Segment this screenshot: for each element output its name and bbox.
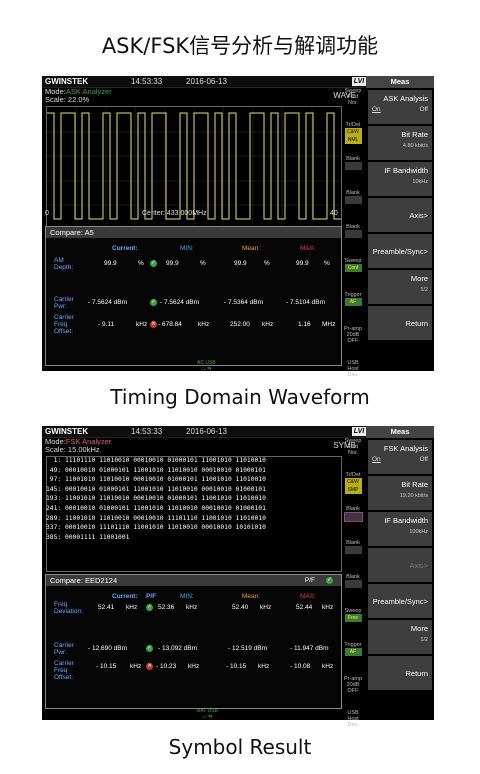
- symbol-row: 193: 11001010 11010010 00010010 01000101…: [46, 495, 266, 503]
- axis-start: 0: [45, 210, 49, 217]
- if-bandwidth-button[interactable]: IF Bandwidth 10kHz: [368, 162, 432, 196]
- trigger-status[interactable]: Trigger AF: [342, 292, 364, 315]
- preamp-status[interactable]: Pr-amp 20dB OFF: [342, 326, 364, 349]
- ask-square-wave-trace: [47, 112, 341, 220]
- return-button[interactable]: Return: [368, 306, 432, 340]
- battery-usb-indicator: BAT USB ▭ ⇆: [197, 708, 218, 720]
- blank-status-2[interactable]: Blank: [342, 540, 364, 563]
- compare-title: Compare: A5: [46, 227, 341, 238]
- pass-check-icon: ✓: [146, 645, 153, 652]
- page-title: ASK/FSK信号分析与解调功能: [101, 34, 379, 58]
- blank-status-1[interactable]: Blank: [342, 506, 364, 529]
- more-button[interactable]: More 1/2: [368, 620, 432, 654]
- softkey-menu: Meas FSK Analysis On Off Bit Rate 19.20 kbi…: [366, 426, 434, 720]
- usb-status[interactable]: USB Host Dev.: [342, 710, 364, 733]
- lvi-logo: LVI: [352, 77, 366, 86]
- menu-title: Meas: [366, 426, 434, 438]
- ask-square-wave: [47, 112, 341, 220]
- measurement-result-box: Compare: EED2124 P/F ✓ Current: P/F MIN:…: [45, 574, 342, 709]
- symbol-row: 241: 00010010 01000101 11001010 11010010…: [46, 504, 266, 512]
- clock-time: 14:53:33: [131, 77, 163, 86]
- symbol-row: 1: 11101110 11010010 00010010 01000101 1…: [46, 457, 266, 464]
- scale-readout: Scale: 15.00kHz: [45, 445, 100, 454]
- axis-center-frequency: Center: 433.000MHz: [142, 210, 207, 217]
- blank-status-3[interactable]: Blank: [342, 224, 364, 247]
- symbol-row: 49: 00010010 01000101 11001010 11010010 …: [46, 466, 266, 474]
- sweep-status[interactable]: Sweep Fast Nor.: [342, 88, 364, 111]
- pass-check-icon: ✓: [150, 260, 157, 267]
- measurement-result-box: Compare: A5 Current: MIN: Mean: MAX: AM D…: [45, 226, 342, 366]
- pf-label: P/F: [304, 577, 315, 584]
- pass-check-icon: ✓: [326, 577, 333, 584]
- fsk-analysis-button[interactable]: FSK Analysis On Off: [368, 440, 432, 474]
- preamble-sync-button[interactable]: Preamble/Sync>: [368, 584, 432, 618]
- brand-logo: GWINSTEK: [45, 427, 89, 436]
- usb-status[interactable]: USB Host Dev.: [342, 360, 364, 383]
- preamble-sync-button[interactable]: Preamble/Sync>: [368, 234, 432, 268]
- brand-logo: GWINSTEK: [45, 77, 89, 86]
- preamp-status[interactable]: Pr-amp 20dB OFF: [342, 676, 364, 699]
- symbol-row: 289: 11001010 11010010 00010010 11101110…: [46, 514, 266, 522]
- if-bandwidth-button[interactable]: IF Bandwidth 100kHz: [368, 512, 432, 546]
- lvi-logo: LVI: [352, 427, 366, 436]
- return-button[interactable]: Return: [368, 656, 432, 690]
- pass-check-icon: ✓: [150, 299, 157, 306]
- trace-detector-status[interactable]: Tr/Det C&W SMP: [342, 472, 364, 495]
- clock-time: 14:53:33: [131, 427, 163, 436]
- fsk-analyzer-screen: GWINSTEK 14:53:33 2016-06-13 LVI Mode:FS…: [42, 426, 434, 728]
- fsk-caption: Symbol Result: [168, 735, 312, 759]
- compare-title: Compare: EED2124: [46, 575, 341, 586]
- blank-status-1[interactable]: Blank: [342, 156, 364, 179]
- bit-rate-button[interactable]: Bit Rate 4.80 kbit/s: [368, 126, 432, 160]
- fail-x-icon: ✕: [146, 663, 153, 670]
- sweep-cont-status[interactable]: Sweep Cont: [342, 258, 364, 281]
- side-status-panel: Sweep Fast Nor. Tr/Det C&W NML Blank Blank B…: [342, 88, 364, 394]
- symbol-list: 1: 11101110 11010010 00010010 01000101 1…: [46, 456, 340, 574]
- symbol-row: 145: 00010010 01000101 11001010 11010010…: [46, 485, 266, 493]
- ask-analyzer-screen: GWINSTEK 14:53:33 2016-06-13 LVI Mode:AS…: [42, 76, 434, 378]
- menu-title: Meas: [366, 76, 434, 88]
- sweep-free-status[interactable]: Sweep Free: [342, 608, 364, 631]
- ask-caption: Timing Domain Waveform: [110, 385, 370, 409]
- sweep-status[interactable]: Sweep Fast Nor.: [342, 438, 364, 461]
- clock-date: 2016-06-13: [186, 427, 227, 436]
- blank-status-3[interactable]: Blank: [342, 574, 364, 597]
- scale-readout: Scale: 22.0%: [45, 95, 90, 104]
- fail-x-icon: ✕: [150, 321, 157, 328]
- mode-info: Mode:ASK Analyzer Scale: 22.0%: [45, 88, 112, 104]
- symbol-row: 385: 00001111 11001001: [46, 533, 130, 541]
- mode-info: Mode:FSK Analyzer Scale: 15.00kHz: [45, 438, 111, 454]
- ask-analysis-button[interactable]: ASK Analysis On Off: [368, 90, 432, 124]
- softkey-menu: Meas ASK Analysis On Off Bit Rate 4.80 kbit…: [366, 76, 434, 371]
- more-button[interactable]: More 1/2: [368, 270, 432, 304]
- axis-button[interactable]: Axis>: [368, 198, 432, 232]
- blank-status-2[interactable]: Blank: [342, 190, 364, 213]
- trigger-status[interactable]: Trigger AF: [342, 642, 364, 665]
- clock-date: 2016-06-13: [186, 77, 227, 86]
- axis-end: 40: [330, 210, 338, 217]
- power-usb-indicator: AC USB ▭ ⇆: [197, 360, 216, 372]
- trace-detector-status[interactable]: Tr/Det C&W NML: [342, 122, 364, 145]
- pass-check-icon: ✓: [146, 604, 153, 611]
- axis-button[interactable]: Axis>: [368, 548, 432, 582]
- bit-rate-button[interactable]: Bit Rate 19.20 kbit/s: [368, 476, 432, 510]
- symbol-row: 97: 11001010 11010010 00010010 01000101 …: [46, 476, 266, 484]
- side-status-panel: Sweep Fast Nor. Tr/Det C&W SMP Blank Blank B…: [342, 438, 364, 744]
- symbol-row: 337: 00010010 11101110 11001010 11010010…: [46, 524, 266, 532]
